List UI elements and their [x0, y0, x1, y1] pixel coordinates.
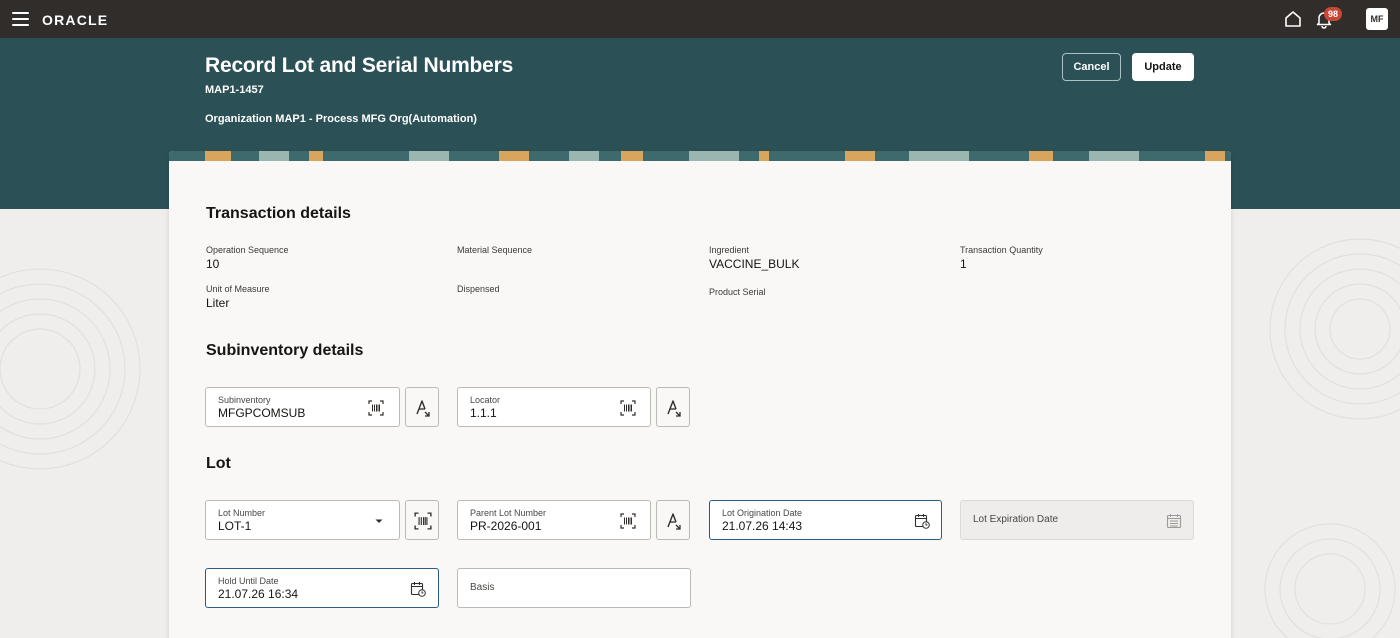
lot-expiration-date-label: Lot Expiration Date	[973, 514, 1059, 525]
lot-origination-date-value[interactable]: 21.07.26 14:43	[722, 519, 802, 533]
text-search-icon	[667, 400, 681, 417]
hold-until-date-label: Hold Until Date	[218, 576, 279, 586]
user-avatar[interactable]: MF	[1366, 8, 1388, 30]
lot-number-value[interactable]: LOT-1	[218, 519, 251, 533]
lot-origination-date-field[interactable]: Lot Origination Date 21.07.26 14:43	[709, 500, 942, 540]
calendar-clock-icon[interactable]	[914, 513, 930, 529]
ingredient-value: VACCINE_BULK	[709, 257, 800, 271]
text-search-icon	[667, 513, 681, 530]
unit-of-measure-value: Liter	[206, 296, 230, 310]
operation-sequence-label: Operation Sequence	[206, 245, 289, 255]
record-lot-card: Transaction details Operation Sequence 1…	[169, 151, 1231, 638]
page-title: Record Lot and Serial Numbers	[205, 54, 514, 77]
locator-field[interactable]: Locator 1.1.1	[457, 387, 651, 427]
parent-lot-lov-button[interactable]	[656, 500, 690, 540]
hold-until-date-value[interactable]: 21.07.26 16:34	[218, 587, 298, 601]
home-icon[interactable]	[1283, 9, 1303, 29]
chevron-down-icon[interactable]	[371, 513, 387, 529]
text-search-icon	[416, 400, 430, 417]
barcode-scan-icon	[414, 512, 432, 530]
basis-field[interactable]: Basis	[457, 568, 691, 608]
lot-expiration-date-field[interactable]: Lot Expiration Date	[960, 500, 1194, 540]
parent-lot-number-value[interactable]: PR-2026-001	[470, 519, 541, 533]
unit-of-measure-label: Unit of Measure	[206, 284, 270, 294]
subinventory-field[interactable]: Subinventory MFGPCOMSUB	[205, 387, 400, 427]
notification-count-badge: 98	[1324, 7, 1342, 21]
parent-lot-number-label: Parent Lot Number	[470, 508, 547, 518]
oracle-logo[interactable]: ORACLE	[42, 12, 108, 28]
calendar-icon[interactable]	[1166, 513, 1182, 529]
hold-until-date-field[interactable]: Hold Until Date 21.07.26 16:34	[205, 568, 439, 608]
lot-origination-date-label: Lot Origination Date	[722, 508, 803, 518]
basis-label: Basis	[470, 582, 495, 593]
lot-number-select[interactable]: Lot Number LOT-1	[205, 500, 400, 540]
ingredient-label: Ingredient	[709, 245, 750, 255]
barcode-scan-icon[interactable]	[620, 513, 636, 529]
hamburger-menu-icon[interactable]	[12, 12, 29, 26]
locator-lov-button[interactable]	[656, 387, 690, 427]
parent-lot-number-field[interactable]: Parent Lot Number PR-2026-001	[457, 500, 651, 540]
dispensed-label: Dispensed	[457, 284, 500, 294]
subinventory-lov-button[interactable]	[405, 387, 439, 427]
subinventory-details-title: Subinventory details	[206, 342, 364, 359]
barcode-scan-icon[interactable]	[620, 400, 636, 416]
transaction-details-title: Transaction details	[206, 205, 351, 222]
top-bar: ORACLE 98 MF	[0, 0, 1400, 38]
cancel-button[interactable]: Cancel	[1062, 53, 1121, 81]
calendar-clock-icon[interactable]	[410, 581, 426, 597]
transaction-quantity-label: Transaction Quantity	[960, 245, 1043, 255]
material-sequence-label: Material Sequence	[457, 245, 533, 255]
lot-section-title: Lot	[206, 455, 231, 472]
lot-number-label: Lot Number	[218, 508, 266, 518]
lot-number-scan-button[interactable]	[405, 500, 439, 540]
page-subtitle: MAP1-1457	[205, 84, 264, 96]
subinventory-label: Subinventory	[218, 395, 271, 405]
barcode-scan-icon[interactable]	[368, 400, 384, 416]
locator-value[interactable]: 1.1.1	[470, 406, 497, 420]
decorative-strip	[169, 151, 1231, 161]
organization-label: Organization MAP1 - Process MFG Org(Auto…	[205, 113, 477, 125]
operation-sequence-value: 10	[206, 257, 220, 271]
locator-label: Locator	[470, 395, 501, 405]
product-serial-label: Product Serial	[709, 287, 766, 297]
transaction-quantity-value: 1	[960, 257, 967, 271]
update-button[interactable]: Update	[1132, 53, 1194, 81]
subinventory-value[interactable]: MFGPCOMSUB	[218, 406, 305, 420]
